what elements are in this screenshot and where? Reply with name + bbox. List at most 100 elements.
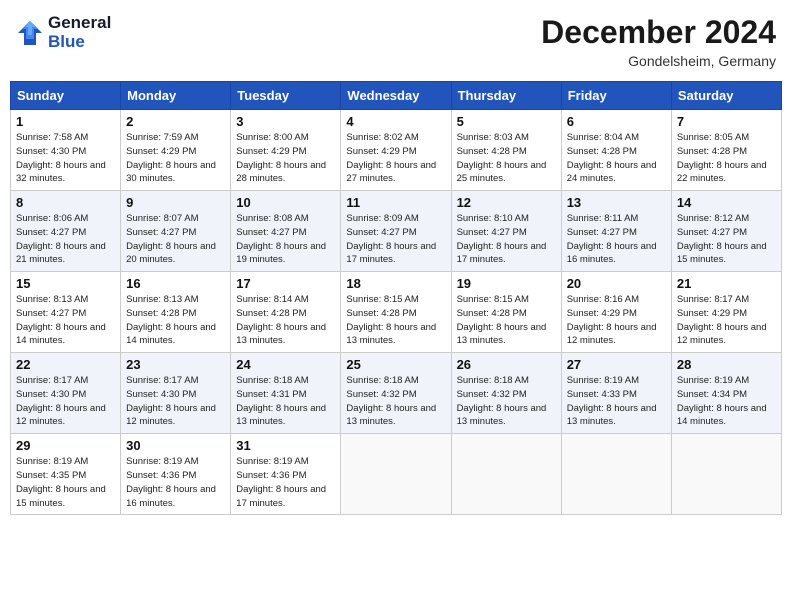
day-number: 9 [126, 195, 225, 210]
day-info: Sunrise: 8:09 AMSunset: 4:27 PMDaylight:… [346, 212, 445, 267]
calendar-cell [561, 434, 671, 515]
calendar-cell: 25 Sunrise: 8:18 AMSunset: 4:32 PMDayligh… [341, 353, 451, 434]
day-number: 29 [16, 438, 115, 453]
day-info: Sunrise: 8:15 AMSunset: 4:28 PMDaylight:… [457, 293, 556, 348]
calendar-cell: 31Sunrise: 8:19 AMSunset: 4:36 PMDayligh… [231, 434, 341, 515]
calendar-cell: 18 Sunrise: 8:15 AMSunset: 4:28 PMDayligh… [341, 272, 451, 353]
day-number: 28 [677, 357, 776, 372]
day-number: 1 [16, 114, 115, 129]
calendar-cell: 2 Sunrise: 7:59 AMSunset: 4:29 PMDaylight… [121, 110, 231, 191]
day-number: 14 [677, 195, 776, 210]
calendar-cell: 26Sunrise: 8:18 AMSunset: 4:32 PMDayligh… [451, 353, 561, 434]
day-info: Sunrise: 8:19 AMSunset: 4:33 PMDaylight:… [567, 374, 666, 429]
calendar-cell: 1Sunrise: 7:58 AMSunset: 4:30 PMDaylight… [11, 110, 121, 191]
day-number: 2 [126, 114, 225, 129]
day-info: Sunrise: 8:18 AMSunset: 4:31 PMDaylight:… [236, 374, 335, 429]
day-info: Sunrise: 8:04 AMSunset: 4:28 PMDaylight:… [567, 131, 666, 186]
day-info: Sunrise: 8:17 AMSunset: 4:30 PMDaylight:… [16, 374, 115, 429]
calendar-cell: 14 Sunrise: 8:12 AMSunset: 4:27 PMDayligh… [671, 191, 781, 272]
day-info: Sunrise: 8:19 AMSunset: 4:36 PMDaylight:… [126, 455, 225, 510]
calendar-cell: 9 Sunrise: 8:07 AMSunset: 4:27 PMDaylight… [121, 191, 231, 272]
day-number: 23 [126, 357, 225, 372]
day-number: 12 [457, 195, 556, 210]
calendar-cell: 16 Sunrise: 8:13 AMSunset: 4:28 PMDayligh… [121, 272, 231, 353]
day-number: 30 [126, 438, 225, 453]
day-number: 5 [457, 114, 556, 129]
day-info: Sunrise: 8:14 AMSunset: 4:28 PMDaylight:… [236, 293, 335, 348]
calendar-cell: 15Sunrise: 8:13 AMSunset: 4:27 PMDayligh… [11, 272, 121, 353]
calendar-cell [451, 434, 561, 515]
weekday-header-saturday: Saturday [671, 82, 781, 110]
day-number: 22 [16, 357, 115, 372]
calendar-cell: 30 Sunrise: 8:19 AMSunset: 4:36 PMDayligh… [121, 434, 231, 515]
week-row-3: 15Sunrise: 8:13 AMSunset: 4:27 PMDayligh… [11, 272, 782, 353]
calendar-cell: 11 Sunrise: 8:09 AMSunset: 4:27 PMDayligh… [341, 191, 451, 272]
month-title: December 2024 [541, 14, 776, 51]
calendar-cell: 22 Sunrise: 8:17 AMSunset: 4:30 PMDayligh… [11, 353, 121, 434]
week-row-5: 29Sunrise: 8:19 AMSunset: 4:35 PMDayligh… [11, 434, 782, 515]
calendar-cell: 29Sunrise: 8:19 AMSunset: 4:35 PMDayligh… [11, 434, 121, 515]
calendar-table: SundayMondayTuesdayWednesdayThursdayFrid… [10, 81, 782, 515]
day-info: Sunrise: 8:08 AMSunset: 4:27 PMDaylight:… [236, 212, 335, 267]
day-info: Sunrise: 8:13 AMSunset: 4:28 PMDaylight:… [126, 293, 225, 348]
calendar-body: 1Sunrise: 7:58 AMSunset: 4:30 PMDaylight… [11, 110, 782, 515]
calendar-cell: 3 Sunrise: 8:00 AMSunset: 4:29 PMDaylight… [231, 110, 341, 191]
calendar-cell: 27Sunrise: 8:19 AMSunset: 4:33 PMDayligh… [561, 353, 671, 434]
day-info: Sunrise: 8:17 AMSunset: 4:30 PMDaylight:… [126, 374, 225, 429]
calendar-cell: 8 Sunrise: 8:06 AMSunset: 4:27 PMDaylight… [11, 191, 121, 272]
day-number: 13 [567, 195, 666, 210]
day-info: Sunrise: 8:19 AMSunset: 4:36 PMDaylight:… [236, 455, 335, 510]
calendar-cell [671, 434, 781, 515]
day-info: Sunrise: 8:02 AMSunset: 4:29 PMDaylight:… [346, 131, 445, 186]
calendar-cell: 13 Sunrise: 8:11 AMSunset: 4:27 PMDayligh… [561, 191, 671, 272]
weekday-header-thursday: Thursday [451, 82, 561, 110]
calendar-cell [341, 434, 451, 515]
week-row-1: 1Sunrise: 7:58 AMSunset: 4:30 PMDaylight… [11, 110, 782, 191]
day-number: 24 [236, 357, 335, 372]
day-info: Sunrise: 8:17 AMSunset: 4:29 PMDaylight:… [677, 293, 776, 348]
day-info: Sunrise: 8:03 AMSunset: 4:28 PMDaylight:… [457, 131, 556, 186]
day-number: 25 [346, 357, 445, 372]
calendar-cell: 19 Sunrise: 8:15 AMSunset: 4:28 PMDayligh… [451, 272, 561, 353]
calendar-cell: 24 Sunrise: 8:18 AMSunset: 4:31 PMDayligh… [231, 353, 341, 434]
calendar-cell: 6 Sunrise: 8:04 AMSunset: 4:28 PMDaylight… [561, 110, 671, 191]
day-number: 4 [346, 114, 445, 129]
weekday-header-wednesday: Wednesday [341, 82, 451, 110]
calendar-cell: 21Sunrise: 8:17 AMSunset: 4:29 PMDayligh… [671, 272, 781, 353]
day-number: 10 [236, 195, 335, 210]
day-info: Sunrise: 8:13 AMSunset: 4:27 PMDaylight:… [16, 293, 115, 348]
weekday-header-row: SundayMondayTuesdayWednesdayThursdayFrid… [11, 82, 782, 110]
logo-icon [16, 19, 44, 47]
calendar-cell: 7 Sunrise: 8:05 AMSunset: 4:28 PMDaylight… [671, 110, 781, 191]
day-info: Sunrise: 8:05 AMSunset: 4:28 PMDaylight:… [677, 131, 776, 186]
day-number: 7 [677, 114, 776, 129]
day-number: 11 [346, 195, 445, 210]
logo: General Blue [16, 14, 111, 51]
day-info: Sunrise: 8:00 AMSunset: 4:29 PMDaylight:… [236, 131, 335, 186]
day-info: Sunrise: 8:16 AMSunset: 4:29 PMDaylight:… [567, 293, 666, 348]
day-info: Sunrise: 8:07 AMSunset: 4:27 PMDaylight:… [126, 212, 225, 267]
day-number: 16 [126, 276, 225, 291]
day-info: Sunrise: 8:12 AMSunset: 4:27 PMDaylight:… [677, 212, 776, 267]
day-number: 20 [567, 276, 666, 291]
calendar-cell: 17Sunrise: 8:14 AMSunset: 4:28 PMDayligh… [231, 272, 341, 353]
day-number: 8 [16, 195, 115, 210]
day-number: 18 [346, 276, 445, 291]
day-info: Sunrise: 8:06 AMSunset: 4:27 PMDaylight:… [16, 212, 115, 267]
logo-text: General Blue [48, 14, 111, 51]
day-info: Sunrise: 8:15 AMSunset: 4:28 PMDaylight:… [346, 293, 445, 348]
day-info: Sunrise: 8:10 AMSunset: 4:27 PMDaylight:… [457, 212, 556, 267]
weekday-header-sunday: Sunday [11, 82, 121, 110]
day-info: Sunrise: 8:18 AMSunset: 4:32 PMDaylight:… [346, 374, 445, 429]
day-info: Sunrise: 7:59 AMSunset: 4:29 PMDaylight:… [126, 131, 225, 186]
day-number: 19 [457, 276, 556, 291]
calendar-cell: 4 Sunrise: 8:02 AMSunset: 4:29 PMDaylight… [341, 110, 451, 191]
calendar-cell: 20 Sunrise: 8:16 AMSunset: 4:29 PMDayligh… [561, 272, 671, 353]
title-area: December 2024 Gondelsheim, Germany [541, 14, 776, 69]
day-number: 3 [236, 114, 335, 129]
day-number: 26 [457, 357, 556, 372]
day-number: 6 [567, 114, 666, 129]
calendar-cell: 10 Sunrise: 8:08 AMSunset: 4:27 PMDayligh… [231, 191, 341, 272]
weekday-header-monday: Monday [121, 82, 231, 110]
day-info: Sunrise: 8:11 AMSunset: 4:27 PMDaylight:… [567, 212, 666, 267]
